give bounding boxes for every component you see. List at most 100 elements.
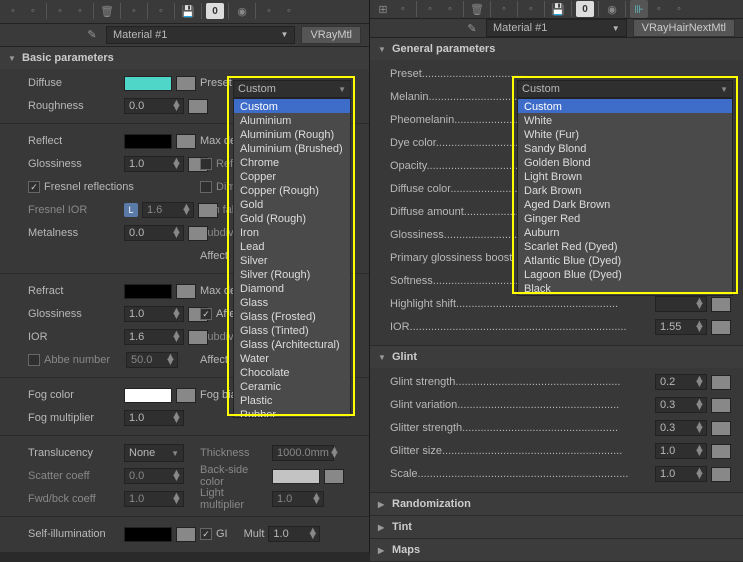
preset-dropdown[interactable]: CustomAluminiumAluminium (Rough)Aluminiu… xyxy=(233,98,351,418)
dropdown-item[interactable]: White xyxy=(518,113,732,127)
tool-icon[interactable]: ◦ xyxy=(280,2,298,20)
hair-preset-dropdown[interactable]: CustomWhiteWhite (Fur)Sandy BlondGolden … xyxy=(517,98,733,296)
refract-swatch[interactable] xyxy=(124,284,172,299)
map-slot[interactable] xyxy=(176,76,196,91)
dropdown-item[interactable]: Lead xyxy=(234,239,350,253)
dropdown-item[interactable]: Golden Blond xyxy=(518,155,732,169)
glitstr-spinner[interactable]: 0.3▲▼ xyxy=(655,420,707,436)
eyedropper-icon[interactable]: ✎ xyxy=(84,27,100,43)
dropdown-item[interactable]: Glass (Tinted) xyxy=(234,323,350,337)
tool-icon[interactable]: ◦ xyxy=(260,2,278,20)
save-icon[interactable]: 💾 xyxy=(179,2,197,20)
roughness-spinner[interactable]: 0.0▲▼ xyxy=(124,98,184,114)
dropdown-item[interactable]: Aluminium xyxy=(234,113,350,127)
dropdown-item[interactable]: Sandy Blond xyxy=(518,141,732,155)
scale-spinner[interactable]: 1.0▲▼ xyxy=(655,466,707,482)
tool-icon[interactable]: ◦ xyxy=(125,2,143,20)
glintstr-spinner[interactable]: 0.2▲▼ xyxy=(655,374,707,390)
map-slot[interactable] xyxy=(176,527,196,542)
trash-icon[interactable]: 🗑 xyxy=(98,2,116,20)
dropdown-item[interactable]: Custom xyxy=(518,99,732,113)
map-slot[interactable] xyxy=(711,398,731,413)
fresnel-check[interactable] xyxy=(28,181,40,193)
dropdown-item[interactable]: Copper xyxy=(234,169,350,183)
abbe-check[interactable] xyxy=(28,354,40,366)
mult-spinner[interactable]: 1.0▲▼ xyxy=(268,526,320,542)
preset-combo[interactable]: Custom▼ xyxy=(233,80,351,98)
map-slot[interactable] xyxy=(176,134,196,149)
tool-icon[interactable]: ◦ xyxy=(152,2,170,20)
reflect-back-check[interactable] xyxy=(200,158,212,170)
trash-icon[interactable]: 🗑 xyxy=(468,0,486,18)
section-header[interactable]: ▶ Tint xyxy=(370,516,743,538)
hair-preset-combo[interactable]: Custom▼ xyxy=(517,80,733,98)
section-header[interactable]: ▼ General parameters xyxy=(370,38,743,60)
fog-mult-spinner[interactable]: 1.0▲▼ xyxy=(124,410,184,426)
tool-icon[interactable]: ◦ xyxy=(421,0,439,18)
glitsize-spinner[interactable]: 1.0▲▼ xyxy=(655,443,707,459)
tool-icon[interactable]: ◦ xyxy=(51,2,69,20)
ior-spinner[interactable]: 1.6▲▼ xyxy=(124,329,184,345)
zero-icon[interactable]: 0 xyxy=(576,1,594,17)
glossiness2-spinner[interactable]: 1.0▲▼ xyxy=(124,306,184,322)
tool-icon[interactable]: ◦ xyxy=(71,2,89,20)
section-header[interactable]: ▼ Basic parameters xyxy=(0,47,369,69)
map-slot[interactable] xyxy=(176,284,196,299)
tool-icon[interactable]: ◦ xyxy=(394,0,412,18)
ior-spinner[interactable]: 1.55▲▼ xyxy=(655,319,707,335)
dropdown-item[interactable]: Atlantic Blue (Dyed) xyxy=(518,253,732,267)
dropdown-item[interactable]: Water xyxy=(234,351,350,365)
map-slot[interactable] xyxy=(711,297,731,312)
diffuse-swatch[interactable] xyxy=(124,76,172,91)
material-type-button[interactable]: VRayMtl xyxy=(301,26,361,44)
dropdown-item[interactable]: Auburn xyxy=(518,225,732,239)
dropdown-item[interactable]: Ceramic xyxy=(234,379,350,393)
tool-icon[interactable]: ◦ xyxy=(650,0,668,18)
section-header[interactable]: ▶ Maps xyxy=(370,539,743,561)
tool-icon[interactable]: ◉ xyxy=(233,2,251,20)
zero-icon[interactable]: 0 xyxy=(206,3,224,19)
reflect-swatch[interactable] xyxy=(124,134,172,149)
map-slot[interactable] xyxy=(711,375,731,390)
dropdown-item[interactable]: Glass xyxy=(234,295,350,309)
section-header[interactable]: ▶ Randomization xyxy=(370,493,743,515)
dropdown-item[interactable]: Silver (Rough) xyxy=(234,267,350,281)
dropdown-item[interactable]: Custom xyxy=(234,99,350,113)
tool-icon[interactable]: ◦ xyxy=(4,2,22,20)
affect-shadows-check[interactable] xyxy=(200,308,212,320)
hlshift-spinner[interactable]: ▲▼ xyxy=(655,296,707,312)
dropdown-item[interactable]: Chocolate xyxy=(234,365,350,379)
dropdown-item[interactable]: Dark Brown xyxy=(518,183,732,197)
glintvar-spinner[interactable]: 0.3▲▼ xyxy=(655,397,707,413)
dropdown-item[interactable]: Iron xyxy=(234,225,350,239)
dropdown-item[interactable]: Aged Dark Brown xyxy=(518,197,732,211)
dropdown-item[interactable]: Rubber xyxy=(234,407,350,418)
dropdown-item[interactable]: Diamond xyxy=(234,281,350,295)
material-name-dropdown[interactable]: Material #1▼ xyxy=(106,26,295,44)
dropdown-item[interactable]: White (Fur) xyxy=(518,127,732,141)
dropdown-item[interactable]: Copper (Rough) xyxy=(234,183,350,197)
glossiness-spinner[interactable]: 1.0▲▼ xyxy=(124,156,184,172)
tool-icon[interactable]: ◦ xyxy=(495,0,513,18)
map-slot[interactable] xyxy=(711,320,731,335)
tool-icon[interactable]: ◦ xyxy=(24,2,42,20)
dropdown-item[interactable]: Ginger Red xyxy=(518,211,732,225)
dropdown-item[interactable]: Chrome xyxy=(234,155,350,169)
eyedropper-icon[interactable]: ✎ xyxy=(464,20,480,36)
map-slot[interactable] xyxy=(711,444,731,459)
tool-icon[interactable]: ◦ xyxy=(670,0,688,18)
save-icon[interactable]: 💾 xyxy=(549,0,567,18)
section-header[interactable]: ▼ Glint xyxy=(370,346,743,368)
tool-icon[interactable]: ⊪ xyxy=(630,0,648,18)
lock-icon[interactable]: L xyxy=(124,203,138,217)
dropdown-item[interactable]: Glass (Architectural) xyxy=(234,337,350,351)
dropdown-item[interactable]: Light Brown xyxy=(518,169,732,183)
dropdown-item[interactable]: Gold xyxy=(234,197,350,211)
dropdown-item[interactable]: Lagoon Blue (Dyed) xyxy=(518,267,732,281)
selfillum-swatch[interactable] xyxy=(124,527,172,542)
abbe-spinner[interactable]: 50.0▲▼ xyxy=(126,352,178,368)
dropdown-item[interactable]: Aluminium (Brushed) xyxy=(234,141,350,155)
map-slot[interactable] xyxy=(711,467,731,482)
dropdown-item[interactable]: Scarlet Red (Dyed) xyxy=(518,239,732,253)
gi-check[interactable] xyxy=(200,528,212,540)
